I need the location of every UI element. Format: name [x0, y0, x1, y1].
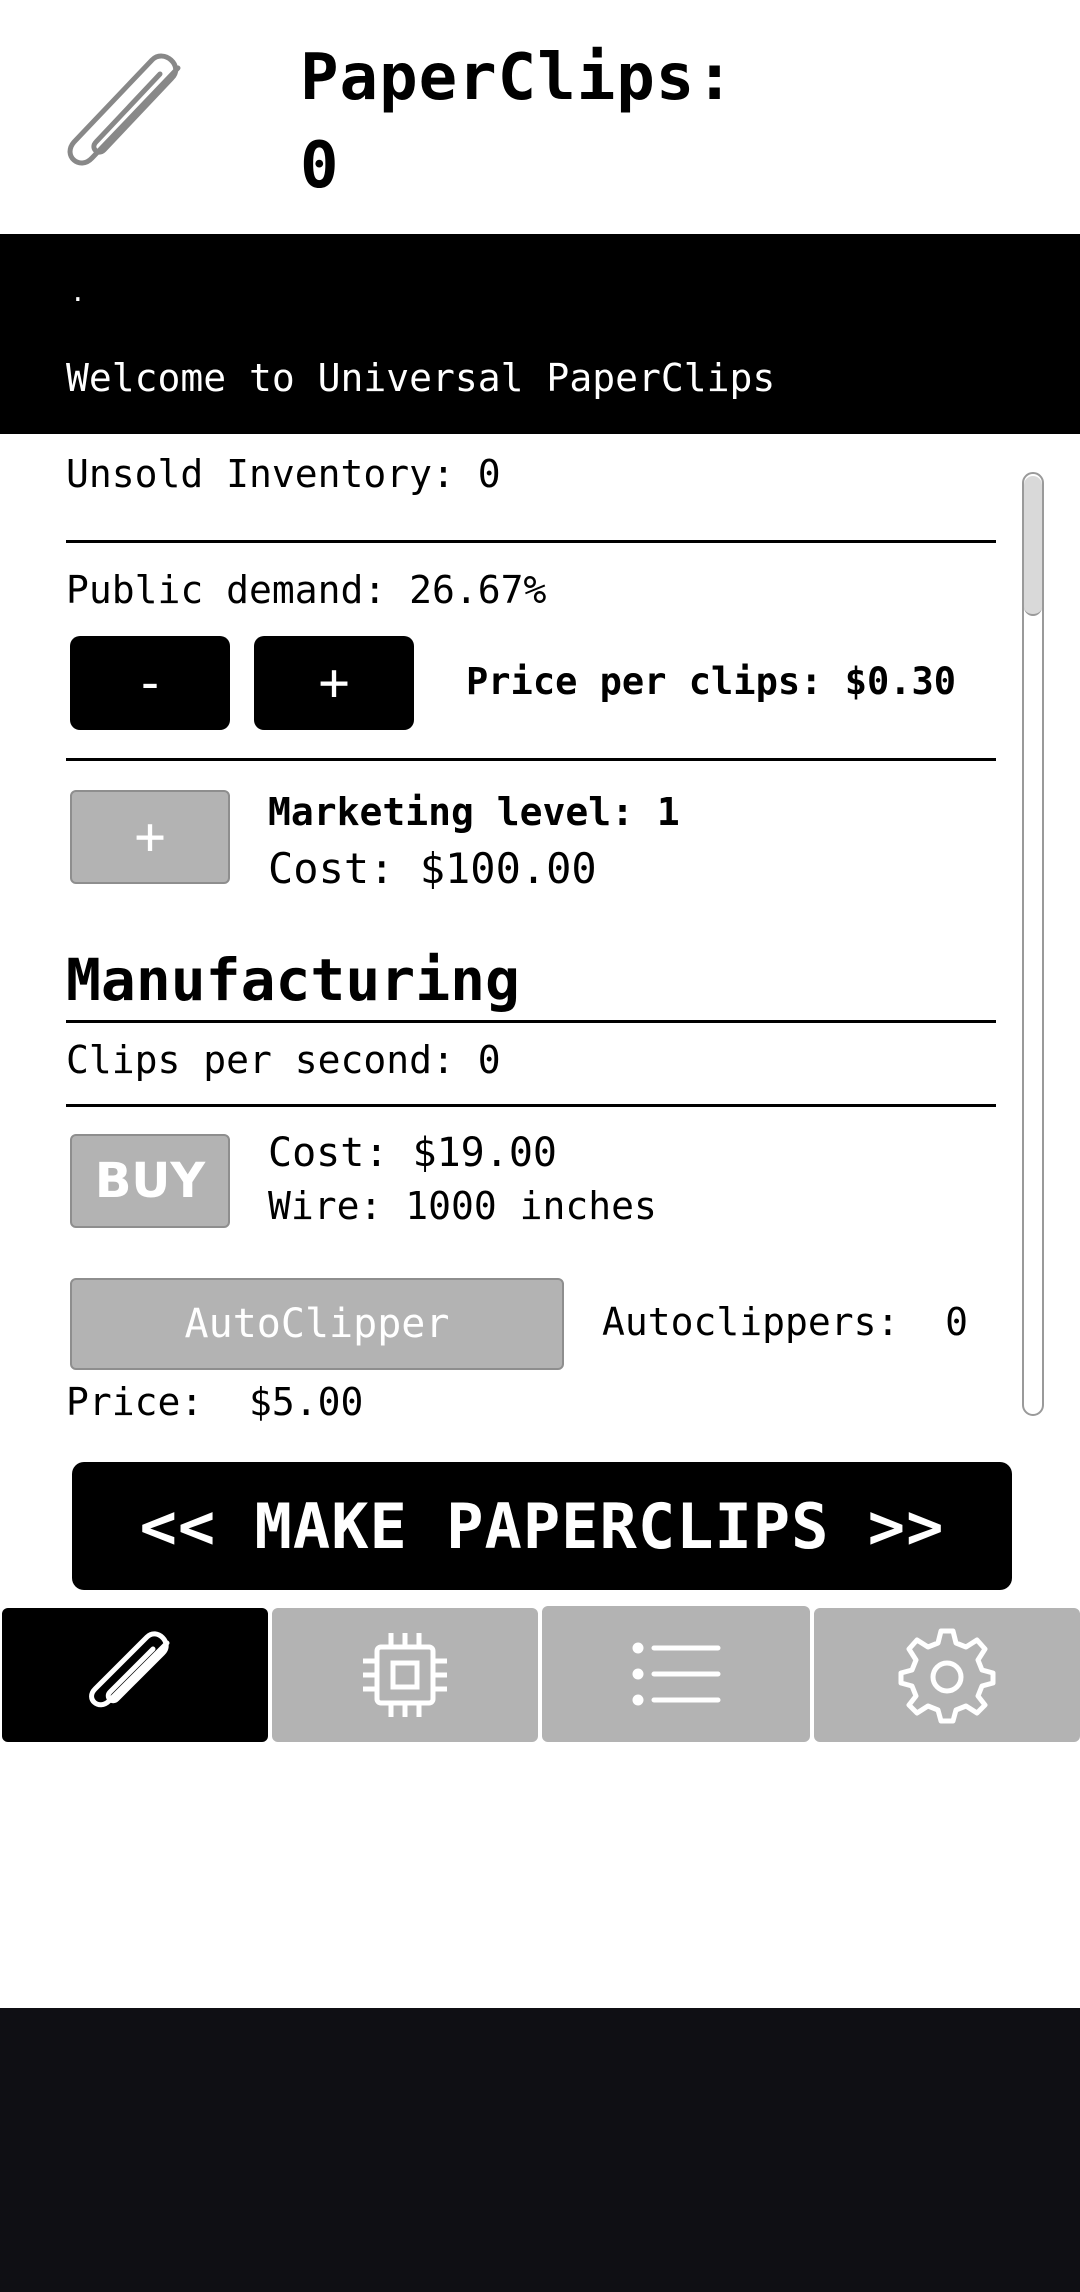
console-panel	[0, 234, 1080, 434]
make-paperclips-label: << MAKE PAPERCLIPS >>	[139, 1489, 945, 1563]
chip-icon	[363, 1633, 447, 1717]
manufacturing-title: Manufacturing	[66, 946, 520, 1014]
tab-projects[interactable]	[542, 1606, 810, 1742]
paperclips-title[interactable]: PaperClips:	[300, 34, 735, 122]
lower-price-button[interactable]: -	[70, 636, 230, 730]
raise-price-button[interactable]: +	[254, 636, 414, 730]
autoclipper-price[interactable]: Price: $5.00	[66, 1380, 363, 1424]
scrollbar-thumb[interactable]	[1024, 476, 1042, 616]
buy-wire-button[interactable]: BUY	[70, 1134, 230, 1228]
marketing-level: Marketing level: 1	[268, 790, 680, 834]
tab-computing[interactable]	[272, 1608, 538, 1742]
gear-icon	[898, 1628, 996, 1724]
console-message[interactable]: Welcome to Universal PaperClips	[66, 356, 775, 400]
divider	[66, 540, 996, 543]
autoclippers-count: Autoclippers: 0	[602, 1300, 969, 1344]
public-demand[interactable]: Public demand: 26.67%	[66, 568, 546, 612]
system-navigation-area	[0, 2008, 1080, 2292]
tab-paperclips[interactable]	[2, 1608, 268, 1742]
clips-per-second: Clips per second: 0	[66, 1038, 501, 1082]
divider	[66, 758, 996, 761]
tab-settings[interactable]	[814, 1608, 1080, 1742]
plus-label: +	[134, 807, 166, 867]
buy-label: BUY	[94, 1153, 206, 1209]
minus-label: -	[134, 653, 166, 713]
divider	[66, 1104, 996, 1107]
paperclips-count[interactable]: 0	[300, 122, 340, 210]
autoclipper-label: AutoClipper	[184, 1301, 450, 1347]
make-paperclips-button[interactable]: << MAKE PAPERCLIPS >>	[72, 1462, 1012, 1590]
divider	[66, 1020, 996, 1023]
list-icon	[632, 1642, 721, 1706]
paperclip-icon	[89, 1631, 170, 1708]
wire-amount: Wire: 1000 inches	[268, 1184, 657, 1228]
wire-cost: Cost: $19.00	[268, 1130, 557, 1176]
autoclipper-button[interactable]: AutoClipper	[70, 1278, 564, 1370]
unsold-inventory: Unsold Inventory: 0	[66, 452, 501, 496]
plus-label: +	[318, 653, 350, 713]
marketing-cost[interactable]: Cost: $100.00	[268, 844, 597, 893]
console-dot: .	[70, 278, 86, 308]
price-per-clip: Price per clips: $0.30	[466, 660, 957, 703]
marketing-upgrade-button[interactable]: +	[70, 790, 230, 884]
paperclip-logo-icon	[67, 53, 181, 166]
